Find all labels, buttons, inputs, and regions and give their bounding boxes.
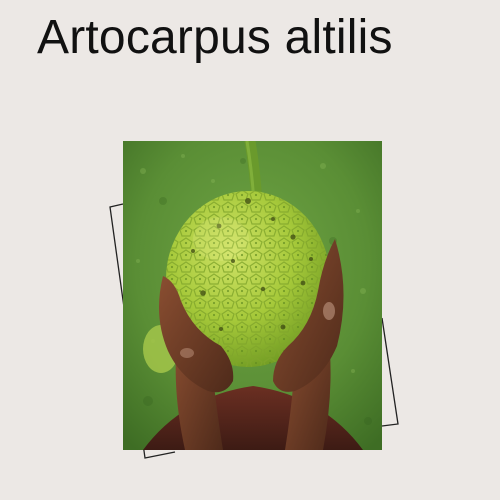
breadfruit-photo	[123, 141, 382, 450]
page-title: Artocarpus altilis	[37, 11, 393, 64]
